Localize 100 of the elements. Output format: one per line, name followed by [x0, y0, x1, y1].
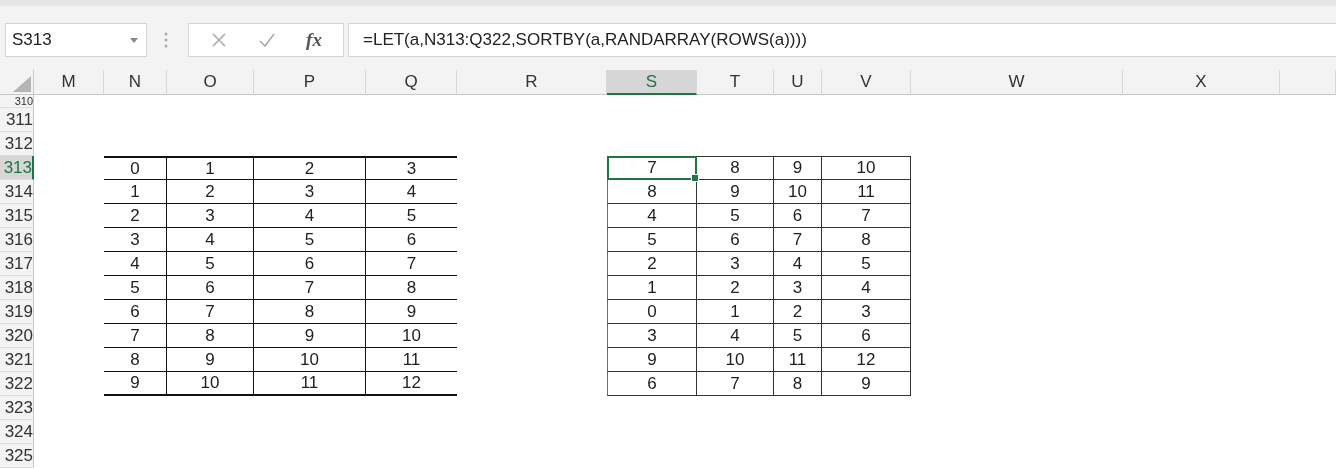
column-header[interactable]: U	[774, 70, 822, 95]
table-cell: 9	[104, 372, 167, 396]
row-header[interactable]: 325	[0, 444, 34, 468]
table-cell: 6	[104, 300, 167, 324]
table-cell: 3	[774, 276, 822, 300]
table-cell: 2	[774, 300, 822, 324]
table-cell: 6	[254, 252, 366, 276]
table-cell: 6	[822, 324, 911, 348]
dropdown-caret-icon[interactable]	[130, 37, 138, 43]
table-cell: 5	[366, 204, 457, 228]
column-header[interactable]: P	[254, 70, 366, 95]
table-cell: 3	[697, 252, 774, 276]
table-cell: 5	[822, 252, 911, 276]
checkmark-icon[interactable]	[258, 31, 277, 49]
table-cell: 2	[104, 204, 167, 228]
table-cell: 4	[254, 204, 366, 228]
row-header[interactable]: 312	[0, 132, 34, 156]
table-cell: 9	[822, 372, 911, 396]
table-cell: 7	[167, 300, 254, 324]
row-header[interactable]: 311	[0, 108, 34, 132]
table-cell: 8	[254, 300, 366, 324]
table-cell: 1	[697, 300, 774, 324]
select-all-icon[interactable]	[13, 76, 31, 92]
column-header[interactable]: X	[1123, 70, 1280, 95]
table-cell: 3	[167, 204, 254, 228]
column-header[interactable]: Q	[366, 70, 457, 95]
column-header[interactable]: O	[167, 70, 254, 95]
table-cell: 5	[697, 204, 774, 228]
table-cell: 4	[774, 252, 822, 276]
table-cell: 9	[774, 156, 822, 180]
row-header[interactable]: 321	[0, 348, 34, 372]
table-cell: 0	[104, 156, 167, 180]
table-cell: 10	[167, 372, 254, 396]
table-cell: 3	[254, 180, 366, 204]
table-cell: 9	[607, 348, 697, 372]
table-cell: 8	[104, 348, 167, 372]
row-header[interactable]: 324	[0, 420, 34, 444]
table-cell: 10	[774, 180, 822, 204]
table-cell: 8	[366, 276, 457, 300]
column-header[interactable]: V	[822, 70, 911, 95]
insert-function-button[interactable]: fx	[306, 29, 322, 51]
row-header[interactable]: 313	[0, 156, 34, 180]
row-header[interactable]: 317	[0, 252, 34, 276]
fill-handle[interactable]	[691, 174, 699, 182]
table-cell: 8	[697, 156, 774, 180]
column-header[interactable]: T	[697, 70, 774, 95]
table-cell: 11	[822, 180, 911, 204]
table-cell: 5	[254, 228, 366, 252]
table-cell: 9	[366, 300, 457, 324]
table-cell: 10	[697, 348, 774, 372]
row-header[interactable]: 322	[0, 372, 34, 396]
column-header[interactable]: R	[457, 70, 607, 95]
table-cell: 7	[607, 156, 697, 180]
table-cell: 6	[697, 228, 774, 252]
cancel-icon[interactable]	[210, 31, 228, 49]
table-cell: 6	[774, 204, 822, 228]
row-header[interactable]: 310	[0, 95, 34, 108]
table-cell: 1	[104, 180, 167, 204]
table-cell: 7	[366, 252, 457, 276]
table-cell: 5	[167, 252, 254, 276]
column-header[interactable]: W	[911, 70, 1123, 95]
table-cell: 9	[697, 180, 774, 204]
table-cell: 6	[607, 372, 697, 396]
cell-reference: S313	[12, 30, 52, 50]
table-cell: 2	[167, 180, 254, 204]
table-cell: 8	[167, 324, 254, 348]
row-header[interactable]: 318	[0, 276, 34, 300]
row-header[interactable]: 323	[0, 396, 34, 420]
row-header[interactable]: 315	[0, 204, 34, 228]
table-cell: 10	[366, 324, 457, 348]
table-cell: 4	[822, 276, 911, 300]
row-header[interactable]: 319	[0, 300, 34, 324]
table-cell: 6	[366, 228, 457, 252]
table-cell: 10	[822, 156, 911, 180]
column-header[interactable]: M	[34, 70, 104, 95]
table-cell: 3	[104, 228, 167, 252]
table-cell: 1	[167, 156, 254, 180]
table-cell: 6	[167, 276, 254, 300]
table-cell: 4	[167, 228, 254, 252]
drag-handle-icon[interactable]	[163, 31, 169, 49]
name-box[interactable]: S313	[5, 23, 147, 57]
row-header[interactable]: 314	[0, 180, 34, 204]
table-cell: 2	[697, 276, 774, 300]
column-header[interactable]: S	[607, 70, 697, 95]
table-cell: 11	[366, 348, 457, 372]
table-cell: 8	[822, 228, 911, 252]
table-cell: 4	[366, 180, 457, 204]
row-header[interactable]: 316	[0, 228, 34, 252]
column-header[interactable]	[1280, 70, 1336, 95]
table-cell: 1	[607, 276, 697, 300]
table-cell: 12	[366, 372, 457, 396]
table-cell: 12	[822, 348, 911, 372]
table-cell: 11	[774, 348, 822, 372]
table-cell: 7	[697, 372, 774, 396]
table-cell: 9	[167, 348, 254, 372]
column-header[interactable]: N	[104, 70, 167, 95]
row-header[interactable]: 320	[0, 324, 34, 348]
table-cell: 11	[254, 372, 366, 396]
formula-field[interactable]: =LET(a,N313:Q322,SORTBY(a,RANDARRAY(ROWS(a))))	[348, 23, 1336, 57]
table-cell: 0	[607, 300, 697, 324]
